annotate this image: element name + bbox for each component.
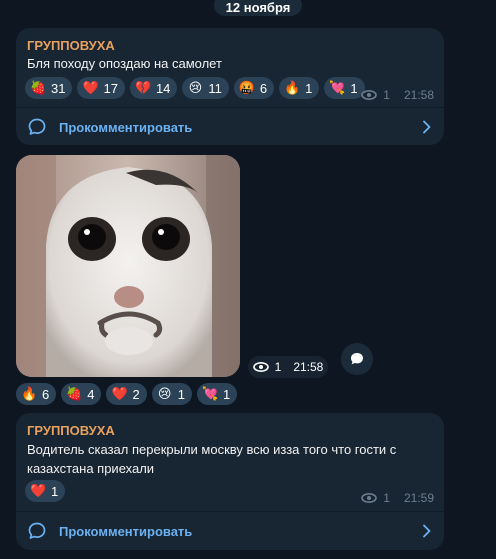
reaction-heart-arrow[interactable]: 💘 1 [324, 77, 365, 99]
photo-cat-meme[interactable] [16, 155, 240, 377]
message-text: Водитель сказал перекрыли москву всю изз… [27, 442, 397, 476]
reaction-count: 14 [155, 80, 171, 96]
sender-name[interactable]: ГРУППОВУХА [27, 38, 115, 53]
view-count: 1 [274, 360, 282, 374]
reaction-heart[interactable]: ❤️ 17 [77, 77, 125, 99]
reaction-count: 1 [222, 386, 231, 402]
reaction-cursing[interactable]: 🤬 6 [233, 77, 275, 99]
reply-comment-button[interactable] [341, 343, 373, 375]
heart-emoji: ❤️ [30, 483, 47, 498]
reaction-count: 2 [132, 386, 140, 402]
comment-button[interactable]: Прокомментировать [16, 108, 444, 146]
eye-icon [361, 90, 378, 100]
reply-bubble-icon [351, 353, 363, 365]
fire-emoji: 🔥 [284, 80, 301, 95]
reaction-count: 1 [305, 80, 313, 96]
reaction-count: 17 [103, 80, 118, 96]
reactions-bar: ❤️ 1 [25, 480, 66, 502]
heart-arrow-emoji: 💘 [201, 386, 219, 401]
reaction-heart-arrow[interactable]: 💘 1 [196, 383, 238, 405]
reaction-count: 6 [42, 386, 50, 402]
heart-emoji: ❤️ [82, 80, 99, 95]
message-text: Бля походу опоздаю на самолет [27, 56, 222, 71]
reaction-count: 6 [259, 80, 268, 96]
reaction-heart[interactable]: ❤️ 2 [106, 383, 147, 405]
broken-heart-emoji: 💔 [134, 80, 152, 95]
comment-label: Прокомментировать [59, 119, 193, 135]
reaction-count: 11 [208, 80, 222, 96]
reaction-count: 31 [51, 80, 66, 96]
date-separator: 12 ноября [214, 0, 302, 16]
view-count: 1 [383, 88, 390, 102]
cat-photo-image [16, 155, 240, 377]
comment-label: Прокомментировать [59, 523, 193, 539]
crying-face-emoji: 😢 [188, 80, 203, 95]
message-time: 21:58 [403, 88, 434, 102]
reactions-bar: 🔥 6 🍓 4 ❤️ 2 😢 1 💘 1 [16, 383, 238, 405]
comment-button[interactable]: Прокомментировать [16, 512, 444, 550]
cursing-face-emoji: 🤬 [238, 80, 256, 95]
comment-bubble-icon [28, 118, 46, 135]
channel-post[interactable]: ГРУППОВУХА Водитель сказал перекрыли мос… [16, 413, 444, 550]
eye-icon [361, 493, 378, 503]
view-count: 1 [383, 491, 390, 505]
reaction-broken-heart[interactable]: 💔 14 [129, 77, 178, 99]
heart-emoji: ❤️ [111, 386, 128, 401]
reaction-fire[interactable]: 🔥 6 [16, 383, 57, 405]
reaction-count: 1 [51, 483, 59, 499]
fire-emoji: 🔥 [21, 386, 38, 401]
reaction-count: 4 [87, 386, 95, 402]
heart-arrow-emoji: 💘 [329, 80, 346, 95]
crying-face-emoji: 😢 [157, 386, 172, 401]
reaction-count: 1 [350, 80, 358, 96]
strawberry-emoji: 🍓 [66, 386, 83, 401]
message-meta: 1 21:59 [361, 491, 434, 505]
comment-bubble-icon [28, 522, 46, 539]
message-meta: 1 21:58 [361, 88, 434, 102]
reaction-crying[interactable]: 😢 11 [182, 77, 229, 99]
reaction-strawberry[interactable]: 🍓 4 [61, 383, 102, 405]
reactions-bar: 🍓 31 ❤️ 17 💔 14 😢 11 🤬 6 🔥 1 💘 1 [25, 77, 365, 99]
reaction-heart[interactable]: ❤️ 1 [25, 480, 66, 502]
message-time: 21:59 [403, 491, 434, 505]
chevron-right-icon [423, 120, 431, 134]
eye-icon [252, 362, 269, 372]
chevron-right-icon [423, 524, 431, 538]
message-time: 21:58 [293, 360, 324, 374]
reaction-strawberry[interactable]: 🍓 31 [25, 77, 73, 99]
strawberry-emoji: 🍓 [30, 80, 47, 95]
photo-meta: 1 21:58 [248, 356, 328, 378]
reaction-crying[interactable]: 😢 1 [151, 383, 192, 405]
reaction-fire[interactable]: 🔥 1 [279, 77, 320, 99]
sender-name[interactable]: ГРУППОВУХА [27, 423, 115, 438]
reaction-count: 1 [177, 386, 185, 402]
channel-post[interactable]: ГРУППОВУХА Бля походу опоздаю на самолет… [16, 28, 444, 145]
